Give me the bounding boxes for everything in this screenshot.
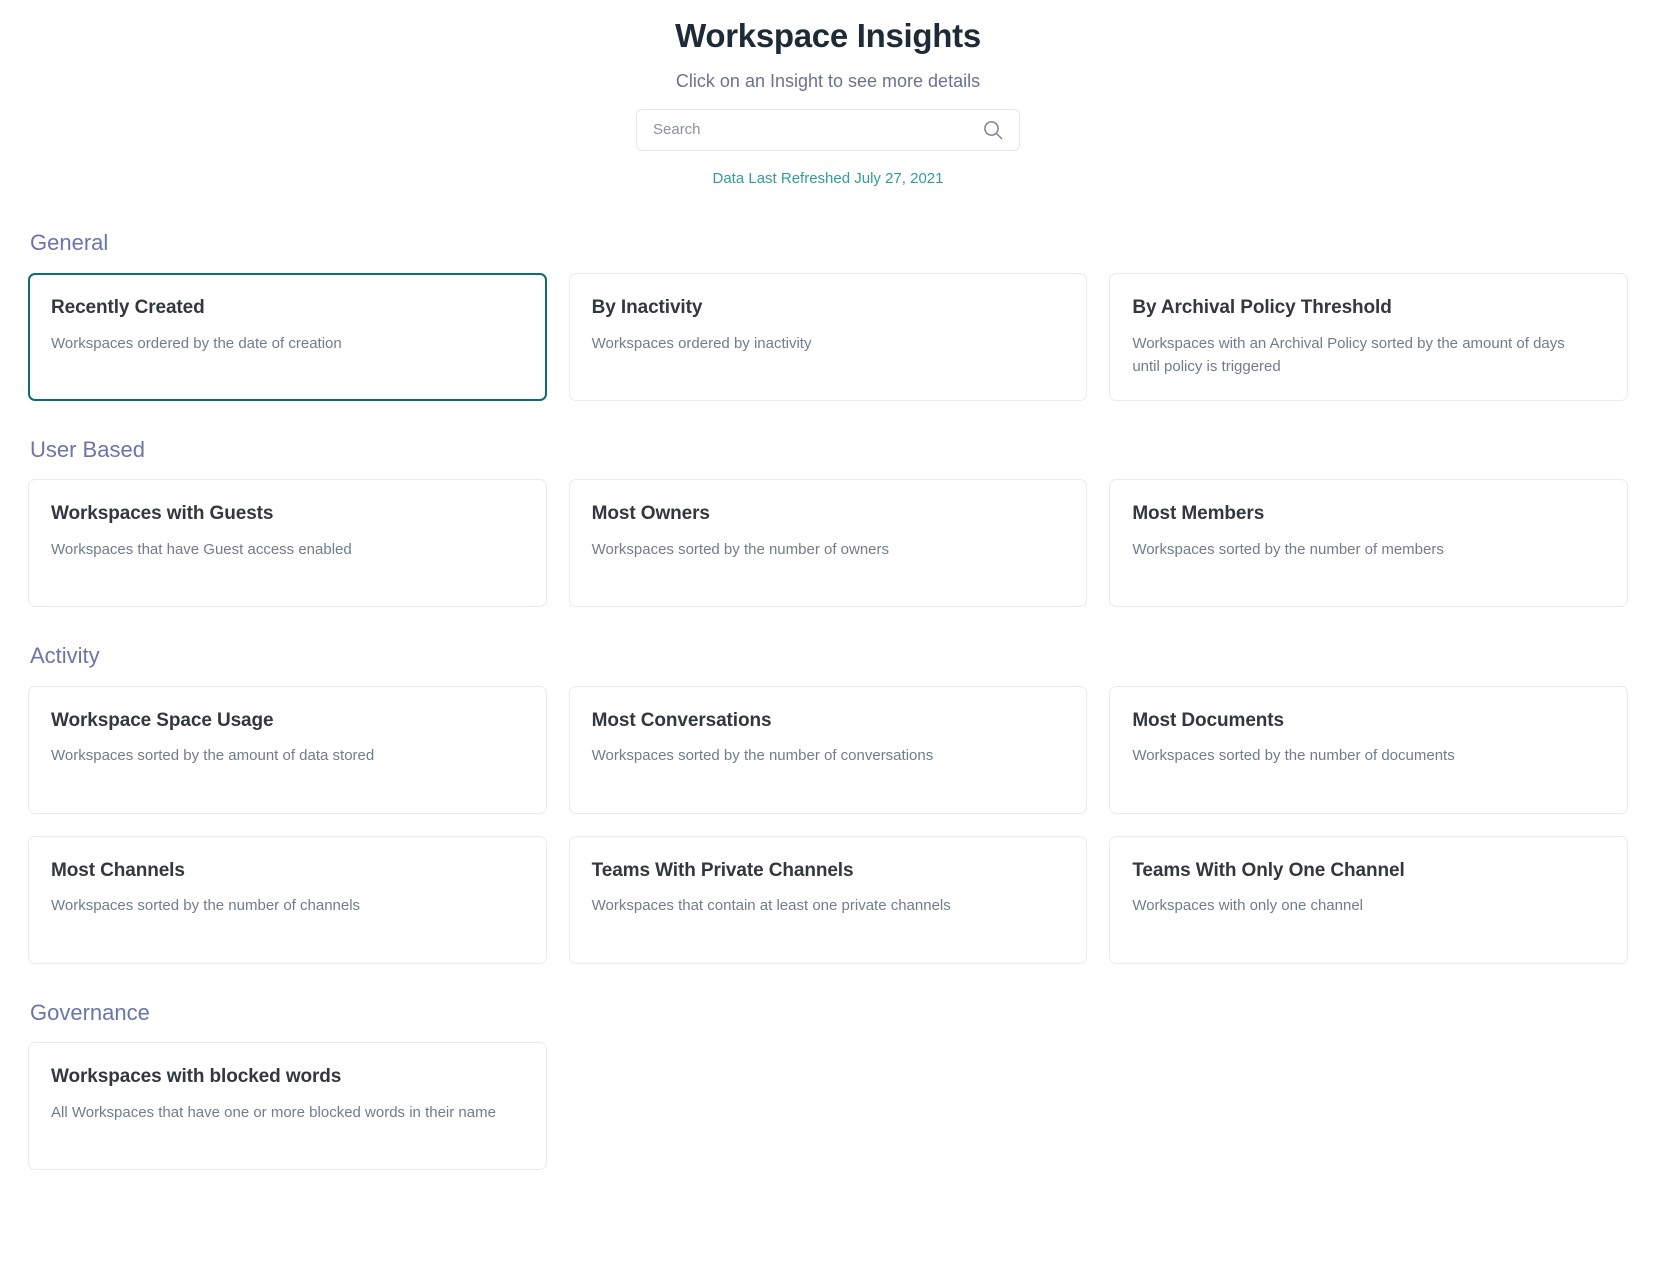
insight-card[interactable]: Most Members Workspaces sorted by the num… xyxy=(1109,479,1628,608)
insight-card-title: Most Channels xyxy=(51,859,185,881)
insight-card[interactable]: Most Documents Workspaces sorted by the n… xyxy=(1109,685,1628,814)
insight-card-title: Most Owners xyxy=(591,503,710,525)
insight-card-description: Workspaces sorted by the number of membe… xyxy=(1132,541,1444,559)
insight-card[interactable]: Workspace Space Usage Workspaces sorted b… xyxy=(28,685,547,814)
insight-card[interactable]: Teams With Private Channels Workspaces th… xyxy=(568,835,1088,964)
section-general: General Recently Created Workspaces ordere… xyxy=(28,230,1628,401)
section-heading: General xyxy=(30,230,109,256)
insight-card-title: Workspace Space Usage xyxy=(51,709,274,731)
insight-card[interactable]: Teams With Only One Channel Workspaces wi… xyxy=(1109,835,1628,964)
insight-card[interactable]: Most Channels Workspaces sorted by the nu… xyxy=(28,835,547,964)
insight-card-grid: Recently Created Workspaces ordered by th… xyxy=(28,272,1628,401)
search-container xyxy=(636,108,1020,151)
insight-card[interactable]: Workspaces with Guests Workspaces that ha… xyxy=(28,479,547,608)
search-input[interactable] xyxy=(651,109,981,150)
insight-card-title: Most Members xyxy=(1132,503,1265,525)
insight-card-title: Teams With Private Channels xyxy=(591,859,854,881)
section-heading: User Based xyxy=(30,436,145,462)
search-icon[interactable] xyxy=(981,118,1005,142)
insight-card-description: Workspaces ordered by inactivity xyxy=(591,334,812,352)
insight-card-title: Teams With Only One Channel xyxy=(1132,859,1405,881)
page-header: Workspace Insights Click on an Insight t… xyxy=(0,0,1656,188)
insight-card-description: Workspaces sorted by the amount of data … xyxy=(51,747,375,765)
insight-card[interactable]: By Inactivity Workspaces ordered by inact… xyxy=(568,272,1088,401)
section-heading: Governance xyxy=(30,999,150,1025)
insight-card-description: Workspaces that have Guest access enable… xyxy=(51,541,352,559)
insight-card-description: Workspaces sorted by the number of owner… xyxy=(591,541,890,559)
insight-card-title: By Archival Policy Threshold xyxy=(1132,296,1392,318)
page-title: Workspace Insights xyxy=(675,17,981,54)
insight-card[interactable]: By Archival Policy Threshold Workspaces w… xyxy=(1109,272,1628,401)
page-subtitle: Click on an Insight to see more details xyxy=(675,70,981,91)
section-user-based: User Based Workspaces with Guests Workspac… xyxy=(28,436,1628,608)
insight-card-title: Most Documents xyxy=(1132,709,1284,731)
insight-card[interactable]: Most Conversations Workspaces sorted by t… xyxy=(568,685,1088,814)
insight-card-description: All Workspaces that have one or more blo… xyxy=(51,1103,496,1121)
insight-card-title: Workspaces with blocked words xyxy=(51,1066,342,1088)
insights-sections: General Recently Created Workspaces ordere… xyxy=(0,230,1656,1171)
insight-card-description: Workspaces with an Archival Policy sorte… xyxy=(1132,334,1565,375)
insight-card-title: Workspaces with Guests xyxy=(51,503,274,525)
insight-card-description: Workspaces sorted by the number of chann… xyxy=(51,897,361,915)
insight-card[interactable]: Recently Created Workspaces ordered by th… xyxy=(28,272,547,401)
insight-card-grid: Workspaces with Guests Workspaces that ha… xyxy=(28,479,1628,608)
workspace-insights-page: Workspace Insights Click on an Insight t… xyxy=(0,0,1656,1274)
insight-card-title: Most Conversations xyxy=(591,709,772,731)
insight-card[interactable]: Workspaces with blocked words All Workspa… xyxy=(28,1042,547,1171)
search-box[interactable] xyxy=(636,108,1020,151)
insight-card[interactable]: Most Owners Workspaces sorted by the numb… xyxy=(568,479,1088,608)
insight-card-grid: Workspace Space Usage Workspaces sorted b… xyxy=(28,685,1628,964)
section-heading: Activity xyxy=(30,643,100,669)
insight-card-description: Workspaces sorted by the number of docum… xyxy=(1132,747,1455,765)
insight-card-description: Workspaces that contain at least one pri… xyxy=(591,897,951,915)
insight-card-description: Workspaces with only one channel xyxy=(1132,897,1364,915)
insight-card-grid: Workspaces with blocked words All Workspa… xyxy=(28,1042,1628,1171)
section-governance: Governance Workspaces with blocked words A… xyxy=(28,999,1628,1171)
insight-card-description: Workspaces ordered by the date of creati… xyxy=(51,334,342,352)
insight-card-title: Recently Created xyxy=(51,296,205,318)
insight-card-title: By Inactivity xyxy=(591,296,703,318)
data-last-refreshed-label: Data Last Refreshed July 27, 2021 xyxy=(712,169,944,187)
insight-card-description: Workspaces sorted by the number of conve… xyxy=(591,747,934,765)
section-activity: Activity Workspace Space Usage Workspaces … xyxy=(28,643,1628,964)
